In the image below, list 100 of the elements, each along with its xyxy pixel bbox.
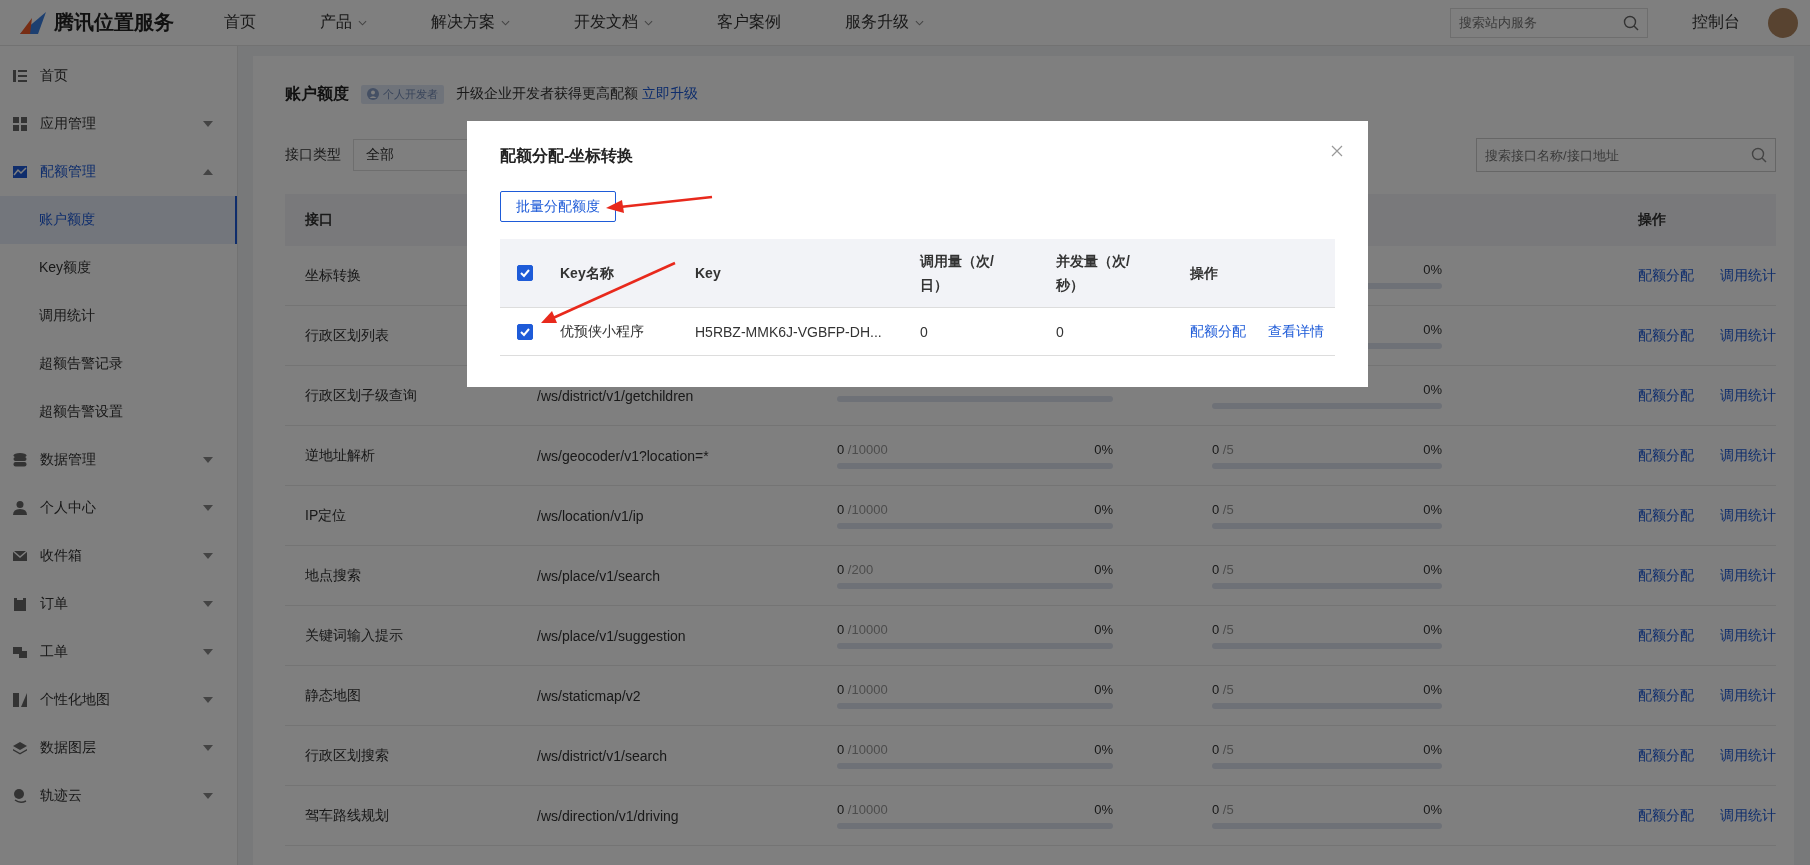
action-link[interactable]: 调用统计 — [1720, 806, 1776, 825]
nav-link[interactable]: 产品 — [320, 12, 367, 33]
sidebar-subitem[interactable]: 超额告警设置 — [0, 388, 237, 436]
action-link[interactable]: 调用统计 — [1720, 566, 1776, 585]
nav-link[interactable]: 客户案例 — [717, 12, 781, 33]
api-path: /ws/staticmap/v2 — [537, 687, 641, 704]
logo-icon — [18, 9, 48, 36]
action-link[interactable]: 调用统计 — [1720, 326, 1776, 345]
menu-icon — [12, 68, 28, 84]
api-name: 关键词输入提示 — [304, 626, 403, 645]
sidebar-item[interactable]: 配额管理 — [0, 148, 237, 196]
nav-link[interactable]: 解决方案 — [431, 12, 510, 33]
column-header: 调用量（次/日） — [920, 252, 995, 295]
menu-icon — [12, 740, 28, 756]
batch-allocate-button[interactable]: 批量分配额度 — [500, 191, 616, 222]
sidebar-item[interactable]: 个性化地图 — [0, 676, 237, 724]
api-path: /ws/district/v1/search — [537, 747, 667, 764]
action-link[interactable]: 调用统计 — [1720, 506, 1776, 525]
api-path: /ws/district/v1/getchildren — [537, 387, 694, 404]
search-icon[interactable] — [1751, 147, 1767, 163]
key-value: H5RBZ-MMK6J-VGBFP-DH... — [695, 323, 883, 340]
column-header: 并发量（次/秒） — [1056, 252, 1131, 295]
menu-icon — [12, 644, 28, 660]
console-link[interactable]: 控制台 — [1692, 12, 1740, 33]
sidebar-item[interactable]: 订单 — [0, 580, 237, 628]
sidebar-item[interactable]: 应用管理 — [0, 100, 237, 148]
sidebar-item[interactable]: 工单 — [0, 628, 237, 676]
usage-percent: 0% — [1423, 262, 1442, 277]
call-quota: 0 — [920, 323, 929, 340]
close-icon[interactable] — [1331, 145, 1343, 157]
usage-percent: 0% — [1423, 442, 1442, 457]
nav-link[interactable]: 首页 — [224, 12, 256, 33]
nav-link[interactable]: 开发文档 — [574, 12, 653, 33]
action-link[interactable]: 查看详情 — [1268, 322, 1324, 341]
action-link[interactable]: 配额分配 — [1638, 686, 1694, 705]
usage-percent: 0% — [1423, 622, 1442, 637]
api-search-field[interactable]: 搜索接口名称/接口地址 — [1476, 138, 1776, 172]
api-name: 静态地图 — [304, 686, 361, 705]
action-link[interactable]: 配额分配 — [1638, 626, 1694, 645]
usage-percent: 0% — [1423, 742, 1442, 757]
api-name: 驾车路线规划 — [304, 806, 389, 825]
search-icon[interactable] — [1623, 14, 1639, 31]
sidebar-item[interactable]: 收件箱 — [0, 532, 237, 580]
action-link[interactable]: 配额分配 — [1638, 446, 1694, 465]
action-link[interactable]: 调用统计 — [1720, 386, 1776, 405]
action-link[interactable]: 配额分配 — [1638, 806, 1694, 825]
action-link[interactable]: 调用统计 — [1720, 626, 1776, 645]
usage-percent: 0% — [1423, 562, 1442, 577]
action-link[interactable]: 调用统计 — [1720, 446, 1776, 465]
sidebar-subitem[interactable]: 调用统计 — [0, 292, 237, 340]
action-link[interactable]: 配额分配 — [1638, 506, 1694, 525]
sidebar-item[interactable]: 数据图层 — [0, 724, 237, 772]
concurrency-quota: 0 — [1056, 323, 1065, 340]
avatar-placeholder[interactable] — [1768, 7, 1798, 38]
usage-percent: 0% — [1094, 442, 1113, 457]
sidebar-item[interactable]: 个人中心 — [0, 484, 237, 532]
action-link[interactable]: 配额分配 — [1638, 266, 1694, 285]
api-path: /ws/direction/v1/driving — [537, 807, 679, 824]
usage-percent: 0% — [1094, 622, 1113, 637]
menu-icon — [12, 692, 28, 708]
usage-percent: 0% — [1094, 502, 1113, 517]
api-path: /ws/location/v1/ip — [537, 507, 644, 524]
action-link[interactable]: 配额分配 — [1638, 386, 1694, 405]
upgrade-link[interactable]: 立即升级 — [642, 85, 698, 103]
menu-icon — [12, 596, 28, 612]
menu-icon — [12, 548, 28, 564]
usage-percent: 0% — [1094, 682, 1113, 697]
action-link[interactable]: 配额分配 — [1638, 566, 1694, 585]
menu-icon — [12, 500, 28, 516]
logo-text[interactable]: 腾讯位置服务 — [54, 9, 174, 36]
api-name: 地点搜索 — [304, 566, 361, 585]
sidebar-subitem[interactable]: Key额度 — [0, 244, 237, 292]
select-all-checkbox[interactable] — [517, 265, 533, 281]
action-link[interactable]: 调用统计 — [1720, 746, 1776, 765]
action-link[interactable]: 调用统计 — [1720, 686, 1776, 705]
usage-percent: 0% — [1094, 802, 1113, 817]
sidebar-item[interactable]: 轨迹云 — [0, 772, 237, 820]
column-header: 接口 — [304, 211, 334, 229]
sidebar-subitem[interactable]: 账户额度 — [0, 196, 237, 244]
action-link[interactable]: 配额分配 — [1190, 322, 1246, 341]
site-search-field[interactable]: 搜索站内服务 — [1450, 7, 1648, 38]
usage-percent: 0% — [1423, 322, 1442, 337]
usage-percent: 0% — [1094, 562, 1113, 577]
action-link[interactable]: 调用统计 — [1720, 266, 1776, 285]
sidebar-item[interactable]: 数据管理 — [0, 436, 237, 484]
api-path: /ws/place/v1/suggestion — [537, 627, 686, 644]
page-title: 账户额度 — [285, 83, 349, 104]
api-name: 坐标转换 — [304, 266, 361, 285]
menu-icon — [12, 788, 28, 804]
usage-percent: 0% — [1423, 802, 1442, 817]
nav-link[interactable]: 服务升级 — [845, 12, 924, 33]
usage-percent: 0% — [1423, 682, 1442, 697]
action-link[interactable]: 配额分配 — [1638, 326, 1694, 345]
api-name: 行政区划搜索 — [304, 746, 389, 765]
row-checkbox[interactable] — [517, 323, 533, 340]
sidebar-item[interactable]: 首页 — [0, 52, 237, 100]
sidebar-subitem[interactable]: 超额告警记录 — [0, 340, 237, 388]
usage-percent: 0% — [1423, 382, 1442, 397]
action-link[interactable]: 配额分配 — [1638, 746, 1694, 765]
menu-icon — [12, 116, 28, 132]
